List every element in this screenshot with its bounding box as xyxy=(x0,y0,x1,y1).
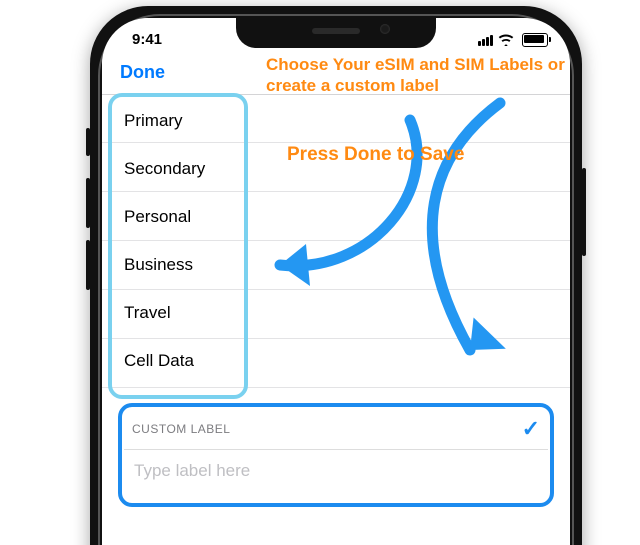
custom-label-input[interactable] xyxy=(132,460,544,482)
volume-up-button xyxy=(86,178,90,228)
mute-switch xyxy=(86,128,90,156)
volume-down-button xyxy=(86,240,90,290)
label-option-travel[interactable]: Travel xyxy=(114,289,244,337)
battery-icon xyxy=(522,33,548,47)
annotation-instructions: Choose Your eSIM and SIM Labels or creat… xyxy=(266,54,590,96)
notch xyxy=(236,16,436,48)
front-camera xyxy=(380,24,390,34)
label-option-primary[interactable]: Primary xyxy=(114,97,244,145)
side-button xyxy=(582,168,586,256)
done-button[interactable]: Done xyxy=(120,62,165,83)
divider xyxy=(124,449,548,450)
label-option-cell-data[interactable]: Cell Data xyxy=(114,337,244,385)
label-option-business[interactable]: Business xyxy=(114,241,244,289)
label-option-personal[interactable]: Personal xyxy=(114,193,244,241)
custom-label-section: CUSTOM LABEL ✓ xyxy=(118,403,554,507)
custom-label-header: CUSTOM LABEL xyxy=(132,422,230,436)
label-option-secondary[interactable]: Secondary xyxy=(114,145,244,193)
annotation-press-done: Press Done to Save xyxy=(287,144,464,166)
status-right xyxy=(478,33,548,47)
checkmark-icon: ✓ xyxy=(522,418,540,440)
speaker xyxy=(312,28,360,34)
screen: 9:41 Done Primary xyxy=(102,18,570,545)
status-time: 9:41 xyxy=(132,31,162,48)
wifi-icon xyxy=(498,34,514,46)
cellular-signal-icon xyxy=(478,35,493,46)
